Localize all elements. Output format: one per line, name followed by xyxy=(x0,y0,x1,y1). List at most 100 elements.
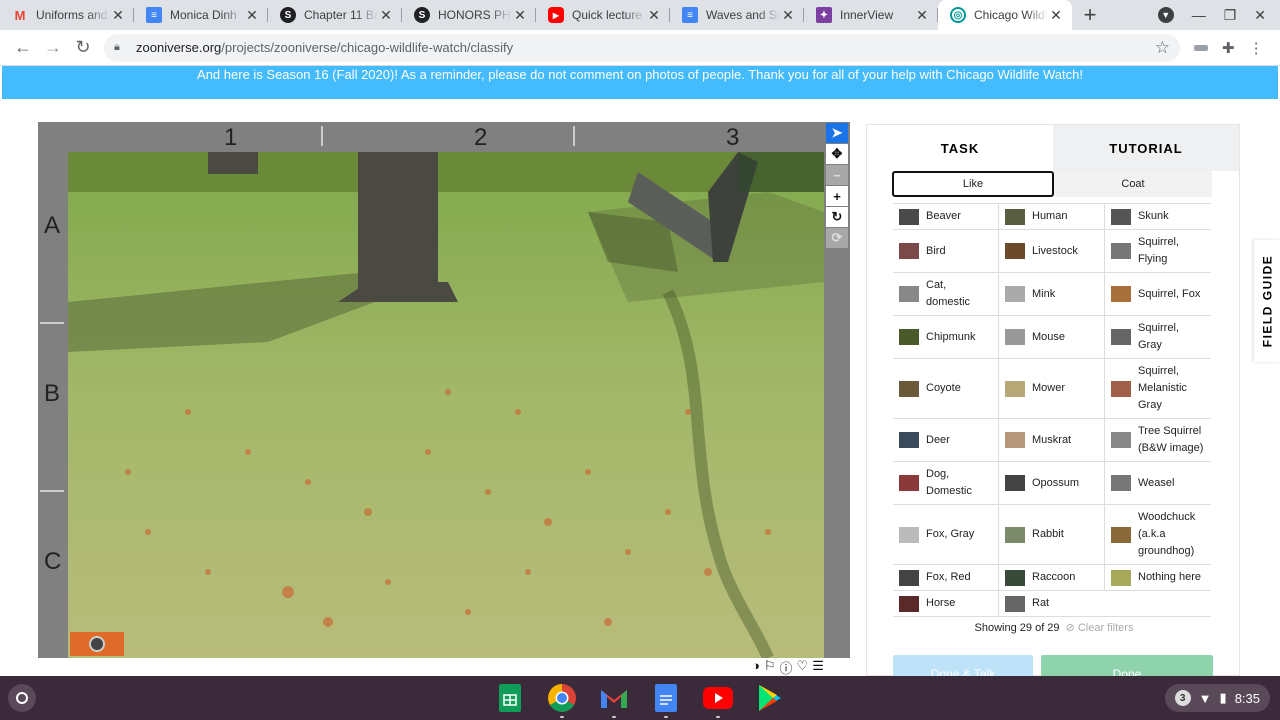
species-thumbnail xyxy=(1111,432,1131,448)
species-choice[interactable]: Muskrat xyxy=(999,419,1105,461)
species-choice[interactable]: Human xyxy=(999,204,1105,229)
extension-icon[interactable] xyxy=(1194,44,1208,51)
chrome-icon[interactable] xyxy=(544,682,580,718)
species-choice[interactable]: Opossum xyxy=(999,462,1105,504)
maximize-icon[interactable]: ❐ xyxy=(1224,7,1237,24)
new-tab-button[interactable]: + xyxy=(1072,0,1108,30)
close-icon[interactable]: ✕ xyxy=(646,7,662,24)
species-thumbnail xyxy=(1005,595,1025,612)
species-choice[interactable]: Rat xyxy=(999,591,1105,616)
reset-icon[interactable]: ⟳ xyxy=(826,228,848,248)
species-choice[interactable]: Squirrel, Gray xyxy=(1105,316,1211,358)
tab-tutorial[interactable]: TUTORIAL xyxy=(1053,125,1239,171)
docs-app-icon[interactable] xyxy=(648,682,684,718)
puzzle-extensions-icon[interactable]: ✚ xyxy=(1222,39,1235,57)
minimize-icon[interactable]: — xyxy=(1192,7,1206,23)
row-label: C xyxy=(44,548,62,575)
browser-tab[interactable]: ▶ Quick lecture o ✕ xyxy=(536,0,670,30)
species-choice[interactable]: Mink xyxy=(999,273,1105,315)
launcher-button[interactable] xyxy=(8,684,36,712)
species-choice[interactable]: Mower xyxy=(999,359,1105,418)
menu-kebab-icon[interactable]: ⋮ xyxy=(1249,39,1264,57)
species-choice[interactable]: Nothing here xyxy=(1105,565,1211,590)
close-icon[interactable]: ✕ xyxy=(780,7,796,24)
subject-viewer[interactable]: 1 2 3 A B C xyxy=(38,122,824,658)
species-choice[interactable]: Beaver xyxy=(893,204,999,229)
species-choice[interactable]: Woodchuck (a.k.a groundhog) xyxy=(1105,505,1211,564)
species-choice[interactable]: Raccoon xyxy=(999,565,1105,590)
lock-icon: 🔒︎ xyxy=(114,41,120,53)
close-icon[interactable]: ✕ xyxy=(512,7,528,24)
species-choice[interactable]: Bird xyxy=(893,230,999,272)
play-store-icon[interactable] xyxy=(752,682,788,714)
info-icon[interactable]: ⓘ xyxy=(780,658,793,677)
clear-filters-link[interactable]: ⊘ Clear filters xyxy=(1066,622,1134,634)
browser-tab[interactable]: ≡ Monica Dinh - ✕ xyxy=(134,0,268,30)
species-choice[interactable]: Weasel xyxy=(1105,462,1211,504)
invert-colors-icon[interactable]: ◑ xyxy=(752,658,760,677)
close-window-icon[interactable]: ✕ xyxy=(1254,7,1266,24)
browser-tab[interactable]: ✦ InnerView ✕ xyxy=(804,0,938,30)
filter-coat-button[interactable]: Coat xyxy=(1054,171,1212,197)
tab-title: Uniforms and xyxy=(36,8,108,22)
sheets-icon[interactable] xyxy=(492,682,528,714)
rotate-icon[interactable]: ↻ xyxy=(826,207,848,227)
species-choice[interactable]: Horse xyxy=(893,591,999,616)
browser-tab[interactable]: S Chapter 11 Ba ✕ xyxy=(268,0,402,30)
tab-title: Chicago Wildli xyxy=(974,8,1048,22)
species-thumbnail xyxy=(899,380,919,397)
back-button[interactable]: ← xyxy=(8,33,38,63)
species-choice[interactable]: Mouse xyxy=(999,316,1105,358)
species-row: Cat, domestic Mink Squirrel, Fox xyxy=(893,273,1211,316)
collections-list-icon[interactable]: ☰ xyxy=(812,658,824,677)
system-tray[interactable]: 3 ▼ ▮ 8:35 xyxy=(1164,684,1270,712)
species-choice[interactable]: Livestock xyxy=(999,230,1105,272)
youtube-app-icon[interactable] xyxy=(700,682,736,718)
species-choice[interactable]: Fox, Red xyxy=(893,565,999,590)
species-choice[interactable]: Rabbit xyxy=(999,505,1105,564)
species-choice[interactable]: Tree Squirrel (B&W image) xyxy=(1105,419,1211,461)
species-label: Weasel xyxy=(1138,476,1175,489)
zooniverse-icon: ◎ xyxy=(950,7,966,23)
trail-camera-photo[interactable] xyxy=(68,152,824,658)
species-choice[interactable]: Squirrel, Flying xyxy=(1105,230,1211,272)
zoom-out-icon[interactable]: − xyxy=(826,165,848,185)
move-tool-icon[interactable]: ✥ xyxy=(826,144,848,164)
close-icon[interactable]: ✕ xyxy=(244,7,260,24)
species-choice[interactable]: Skunk xyxy=(1105,204,1211,229)
favorite-heart-icon[interactable]: ♡ xyxy=(797,658,809,677)
browser-tab[interactable]: S HONORS PHY ✕ xyxy=(402,0,536,30)
species-choice[interactable]: Deer xyxy=(893,419,999,461)
species-choice[interactable]: Dog, Domestic xyxy=(893,462,999,504)
reload-button[interactable]: ↻ xyxy=(68,33,98,63)
field-guide-button[interactable]: FIELD GUIDE xyxy=(1254,240,1280,362)
species-row: Deer Muskrat Tree Squirrel (B&W image) xyxy=(893,419,1211,462)
browser-tab[interactable]: M Uniforms and ✕ xyxy=(0,0,134,30)
tab-search-icon[interactable]: ▼ xyxy=(1157,7,1174,23)
species-choice[interactable]: Coyote xyxy=(893,359,999,418)
browser-tab-active[interactable]: ◎ Chicago Wildli ✕ xyxy=(938,0,1072,30)
forward-button[interactable]: → xyxy=(38,33,68,63)
tab-task[interactable]: TASK xyxy=(867,125,1053,171)
species-choice[interactable]: Squirrel, Fox xyxy=(1105,273,1211,315)
species-choice[interactable]: Fox, Gray xyxy=(893,505,999,564)
pointer-tool-icon[interactable]: ➤ xyxy=(826,123,848,143)
species-choice[interactable]: Chipmunk xyxy=(893,316,999,358)
close-icon[interactable]: ✕ xyxy=(378,7,394,24)
gmail-app-icon[interactable] xyxy=(596,682,632,718)
bookmark-star-icon[interactable]: ☆ xyxy=(1155,38,1170,58)
filter-like-button[interactable]: Like xyxy=(892,171,1054,197)
row-label: A xyxy=(44,212,61,239)
close-icon[interactable]: ✕ xyxy=(110,7,126,24)
species-label: Dog, Domestic xyxy=(926,468,972,497)
close-icon[interactable]: ✕ xyxy=(1048,7,1064,24)
close-icon[interactable]: ✕ xyxy=(914,7,930,24)
flag-icon[interactable]: ⚐ xyxy=(764,658,776,677)
address-bar[interactable]: 🔒︎ zooniverse.org/projects/zooniverse/ch… xyxy=(104,33,1180,62)
browser-tab[interactable]: ≡ Waves and So ✕ xyxy=(670,0,804,30)
species-choice[interactable]: Squirrel, Melanistic Gray xyxy=(1105,359,1211,418)
species-choice[interactable]: Cat, domestic xyxy=(893,273,999,315)
tab-title: Waves and So xyxy=(706,8,780,22)
zoom-in-icon[interactable]: + xyxy=(826,186,848,206)
clear-filters-label: Clear filters xyxy=(1077,622,1134,634)
